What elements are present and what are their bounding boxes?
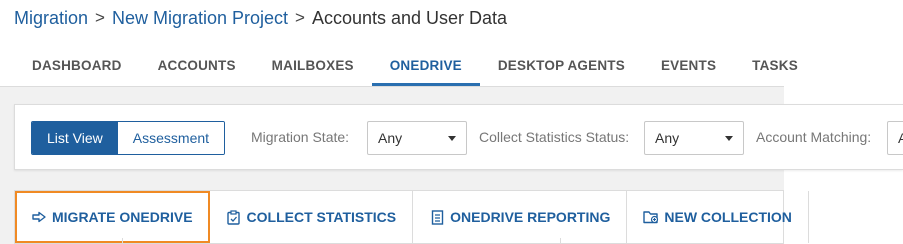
breadcrumb-project-link[interactable]: New Migration Project	[112, 8, 288, 29]
migration-state-select[interactable]: Any	[367, 121, 467, 155]
assessment-button[interactable]: Assessment	[117, 122, 225, 154]
tab-bar: DASHBOARD ACCOUNTS MAILBOXES ONEDRIVE DE…	[14, 44, 816, 86]
chevron-down-icon	[725, 136, 733, 141]
chevron-down-icon	[448, 136, 456, 141]
tab-tasks[interactable]: TASKS	[734, 44, 816, 86]
breadcrumb-current-page: Accounts and User Data	[311, 7, 508, 28]
account-matching-select[interactable]: A	[887, 121, 903, 155]
account-matching-value: A	[898, 130, 903, 146]
breadcrumb-migration-link[interactable]: Migration	[14, 8, 88, 29]
column-divider	[122, 238, 123, 244]
collect-statistics-status-value: Any	[655, 130, 680, 146]
collect-statistics-status-select[interactable]: Any	[644, 121, 744, 155]
tab-mailboxes[interactable]: MAILBOXES	[254, 44, 372, 86]
breadcrumb-separator: >	[95, 8, 105, 27]
tab-dashboard[interactable]: DASHBOARD	[14, 44, 140, 86]
migrate-onedrive-button[interactable]: MIGRATE ONEDRIVE	[15, 191, 210, 243]
migration-state-value: Any	[378, 130, 403, 146]
action-toolbar: MIGRATE ONEDRIVE COLLECT STATISTICS ONED…	[14, 190, 809, 244]
onedrive-reporting-button[interactable]: ONEDRIVE REPORTING	[413, 191, 628, 243]
clipboard-icon	[226, 209, 242, 225]
migration-state-label: Migration State:	[251, 129, 350, 145]
breadcrumb: Migration > New Migration Project > Acco…	[14, 7, 507, 29]
collect-statistics-label: COLLECT STATISTICS	[246, 209, 397, 225]
tab-accounts[interactable]: ACCOUNTS	[140, 44, 254, 86]
breadcrumb-separator: >	[295, 8, 305, 27]
new-collection-label: NEW COLLECTION	[664, 209, 792, 225]
tab-events[interactable]: EVENTS	[643, 44, 734, 86]
tab-desktop-agents[interactable]: DESKTOP AGENTS	[480, 44, 643, 86]
filter-bar: List View Assessment Migration State: An…	[14, 104, 903, 170]
migrate-onedrive-label: MIGRATE ONEDRIVE	[52, 209, 193, 225]
migrate-arrow-icon	[31, 209, 47, 225]
list-view-button[interactable]: List View	[32, 122, 118, 154]
view-toggle: List View Assessment	[31, 121, 226, 155]
column-divider	[560, 238, 561, 244]
onedrive-reporting-label: ONEDRIVE REPORTING	[450, 209, 611, 225]
collect-statistics-status-label: Collect Statistics Status:	[479, 129, 630, 145]
collect-statistics-button[interactable]: COLLECT STATISTICS	[210, 191, 414, 243]
account-matching-label: Account Matching:	[756, 129, 872, 145]
tab-onedrive[interactable]: ONEDRIVE	[371, 44, 480, 86]
folder-add-icon	[643, 209, 659, 225]
report-icon	[429, 209, 445, 225]
new-collection-button[interactable]: NEW COLLECTION	[627, 191, 809, 243]
